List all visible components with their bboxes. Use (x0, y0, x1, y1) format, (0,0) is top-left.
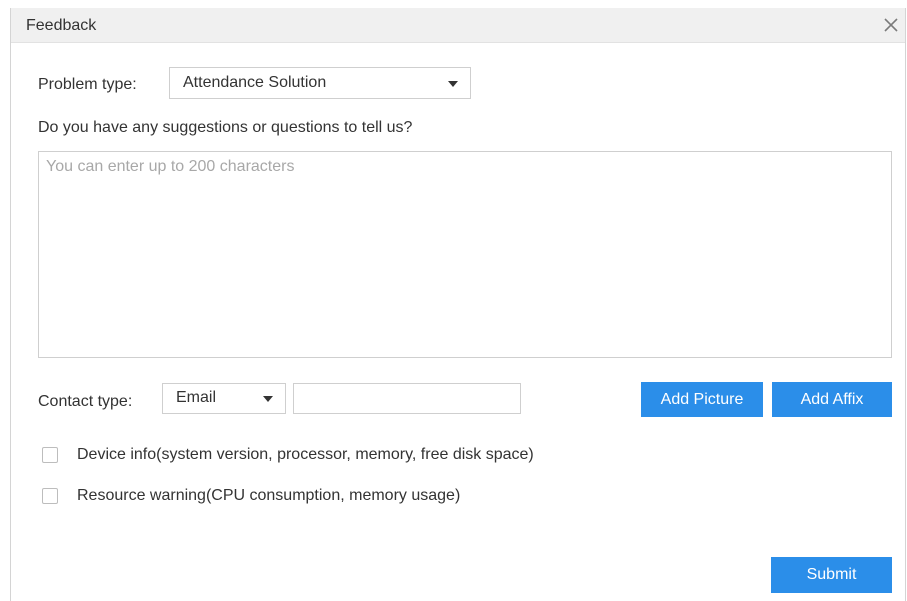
contact-type-label: Contact type: (38, 393, 133, 410)
resource-warning-checkbox[interactable] (42, 488, 58, 504)
contact-type-value: Email (176, 389, 217, 406)
add-picture-button[interactable]: Add Picture (641, 382, 763, 417)
question-label: Do you have any suggestions or questions… (38, 119, 413, 136)
contact-type-select[interactable]: Email (162, 383, 286, 414)
submit-button[interactable]: Submit (771, 557, 892, 593)
contact-input[interactable] (293, 383, 521, 414)
problem-type-value: Attendance Solution (183, 74, 327, 91)
close-button[interactable] (881, 15, 901, 35)
feedback-textarea[interactable] (38, 151, 892, 358)
resource-warning-label: Resource warning(CPU consumption, memory… (77, 487, 461, 504)
caret-down-icon (448, 81, 458, 87)
device-info-checkbox[interactable] (42, 447, 58, 463)
feedback-dialog: Feedback Problem type: Attendance Soluti… (10, 8, 906, 601)
problem-type-label: Problem type: (38, 76, 137, 93)
caret-down-icon (263, 396, 273, 402)
problem-type-select[interactable]: Attendance Solution (169, 67, 471, 99)
device-info-label: Device info(system version, processor, m… (77, 446, 534, 463)
add-affix-button[interactable]: Add Affix (772, 382, 892, 417)
dialog-title: Feedback (26, 17, 97, 34)
close-icon (884, 18, 898, 32)
dialog-titlebar: Feedback (11, 8, 905, 43)
